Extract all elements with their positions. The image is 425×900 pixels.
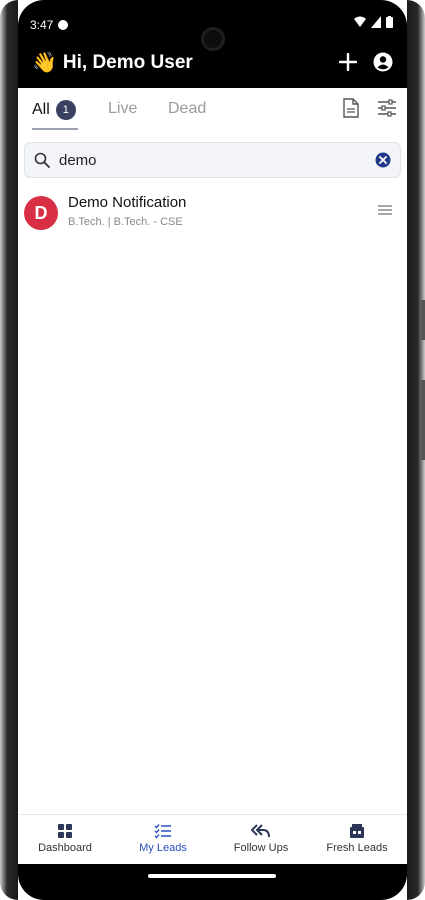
gesture-bar[interactable] xyxy=(148,874,276,878)
phone-device: 3:47 👋 Hi, Demo User All 1 Live Dead dem… xyxy=(0,0,425,900)
battery-icon xyxy=(386,16,393,28)
reply-all-icon xyxy=(251,824,270,838)
nav-dashboard-label: Dashboard xyxy=(38,842,92,854)
greeting-text: Hi, Demo User xyxy=(62,51,193,73)
clear-search-icon[interactable] xyxy=(375,152,391,168)
document-icon[interactable] xyxy=(343,98,359,118)
nav-follow-ups-label: Follow Ups xyxy=(233,842,289,854)
store-icon xyxy=(350,824,364,838)
system-navigation-area xyxy=(18,864,407,900)
device-frame-left xyxy=(0,0,18,900)
signal-icon xyxy=(371,16,381,28)
drag-handle-icon[interactable] xyxy=(377,204,393,216)
status-bar: 3:47 xyxy=(30,18,69,32)
nav-my-leads[interactable]: My Leads xyxy=(118,823,208,854)
volume-button xyxy=(421,300,425,340)
tab-all-label: All xyxy=(32,101,50,119)
lead-name: Demo Notification xyxy=(68,194,187,211)
tab-dead-label: Dead xyxy=(168,100,207,117)
active-tab-indicator xyxy=(32,128,78,130)
wifi-icon xyxy=(354,16,366,27)
lead-avatar: D xyxy=(24,196,58,230)
tab-live-label: Live xyxy=(108,100,138,117)
greeting: 👋 Hi, Demo User xyxy=(32,50,193,75)
nav-dashboard[interactable]: Dashboard xyxy=(20,823,110,854)
grid-icon xyxy=(58,824,72,838)
waving-hand-icon: 👋 xyxy=(32,52,57,74)
notification-dot-icon xyxy=(58,20,69,30)
search-icon xyxy=(34,152,50,168)
tab-live[interactable]: Live xyxy=(108,100,137,118)
front-camera xyxy=(204,30,222,48)
lead-list-item[interactable]: D Demo Notification B.Tech. | B.Tech. - … xyxy=(24,188,401,238)
app-screen: 3:47 👋 Hi, Demo User All 1 Live Dead dem… xyxy=(18,0,407,900)
lead-tabs: All 1 Live Dead xyxy=(18,88,407,134)
lead-course-details: B.Tech. | B.Tech. - CSE xyxy=(68,216,183,228)
nav-follow-ups[interactable]: Follow Ups xyxy=(216,823,306,854)
nav-fresh-leads[interactable]: Fresh Leads xyxy=(312,823,402,854)
status-time: 3:47 xyxy=(30,18,54,32)
filter-sliders-icon[interactable] xyxy=(377,99,397,117)
add-icon[interactable] xyxy=(339,53,357,71)
tab-tools xyxy=(343,98,397,118)
search-bar xyxy=(24,142,401,178)
search-input[interactable] xyxy=(59,149,359,171)
tab-dead[interactable]: Dead xyxy=(168,100,206,118)
status-icons xyxy=(354,16,393,28)
bottom-navigation: Dashboard My Leads Follow Ups Fresh Lead… xyxy=(18,814,407,865)
app-header: 3:47 👋 Hi, Demo User xyxy=(18,0,407,88)
checklist-icon xyxy=(154,824,171,839)
nav-fresh-leads-label: Fresh Leads xyxy=(326,842,388,854)
nav-my-leads-label: My Leads xyxy=(139,842,187,854)
header-actions xyxy=(339,52,393,72)
tab-all-count-badge: 1 xyxy=(55,100,76,120)
power-button xyxy=(421,380,425,460)
tab-all[interactable]: All 1 xyxy=(32,100,76,120)
account-icon[interactable] xyxy=(373,52,393,72)
